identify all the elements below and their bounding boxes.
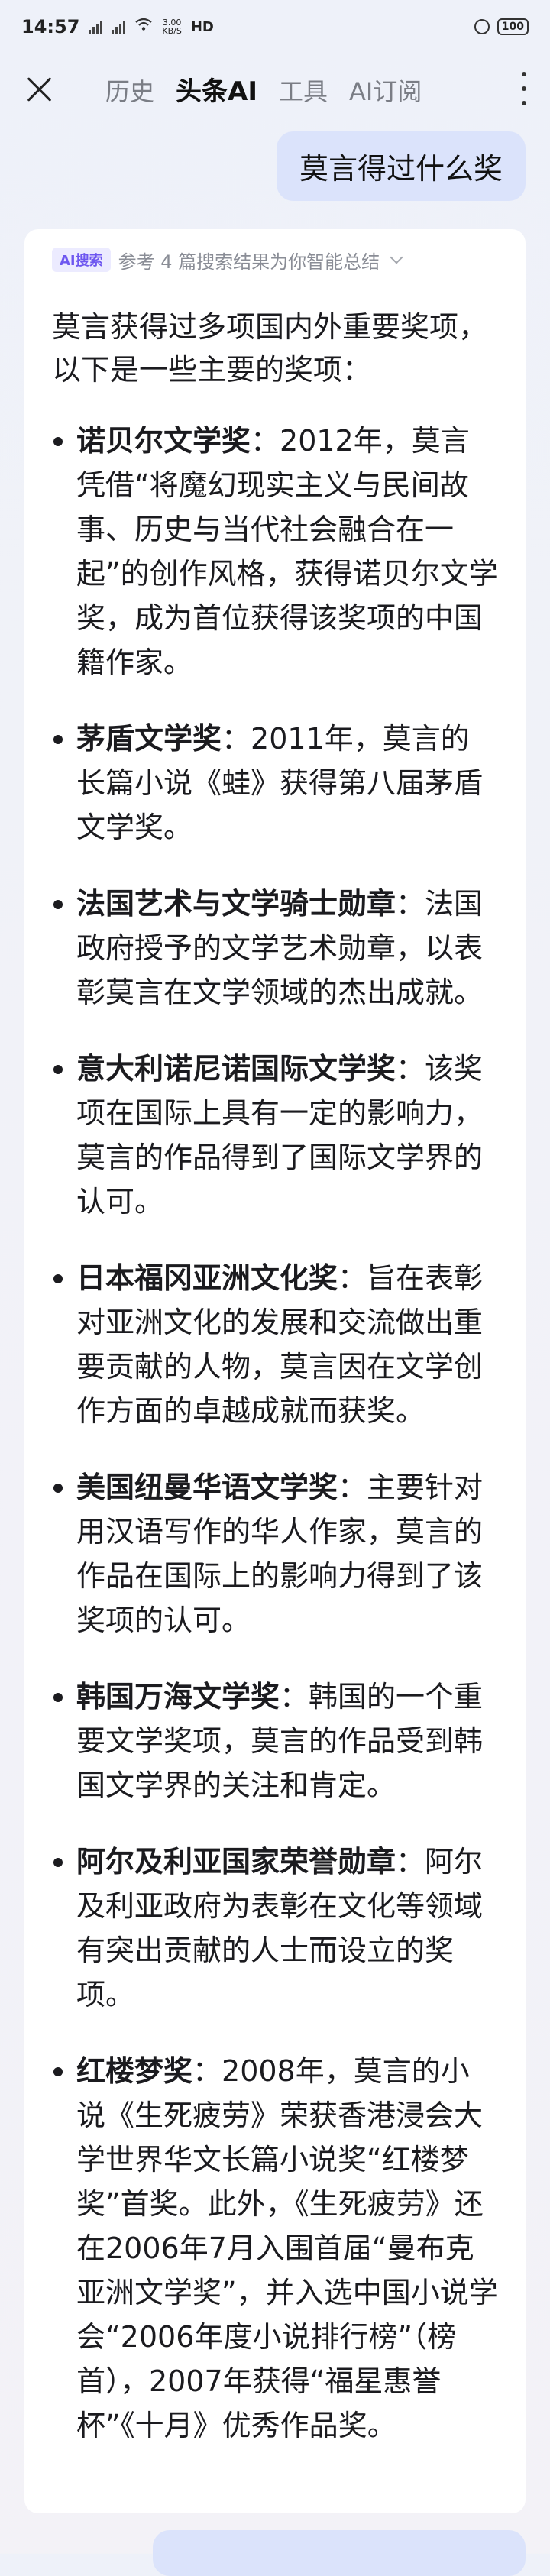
award-item: 日本福冈亚洲文化奖：旨在表彰对亚洲文化的发展和交流做出重要贡献的人物，莫言因在文… [52, 1256, 498, 1433]
award-desc: ：2008年，莫言的小说《生死疲劳》荣获香港浸会大学世界华文长篇小说奖“红楼梦奖… [76, 2054, 498, 2442]
more-options-icon[interactable] [515, 72, 533, 105]
award-title: 诺贝尔文学奖 [76, 424, 251, 458]
award-item: 韩国万海文学奖：韩国的一个重要文学奖项，莫言的作品受到韩国文学界的关注和肯定。 [52, 1675, 498, 1807]
status-left: 14:57 3.00 KB/S HD [21, 16, 214, 37]
hd-indicator: HD [190, 18, 214, 35]
award-title: 红楼梦奖 [76, 2054, 193, 2088]
award-item: 诺贝尔文学奖：2012年，莫言凭借“将魔幻现实主义与民间故事、历史与当代社会融合… [52, 419, 498, 684]
user-question-bubble[interactable]: 莫言得过什么奖 [276, 131, 526, 201]
tab-toutiao-ai[interactable]: 头条AI [176, 70, 257, 108]
source-summary-text: 参考 4 篇搜索结果为你智能总结 [118, 251, 380, 273]
answer-intro: 莫言获得过多项国内外重要奖项，以下是一些主要的奖项： [52, 310, 488, 387]
award-title: 法国艺术与文学骑士勋章 [76, 887, 396, 921]
ai-answer-card: AI搜索 参考 4 篇搜索结果为你智能总结 莫言获得过多项国内外重要奖项，以下是… [24, 229, 526, 2513]
award-title: 阿尔及利亚国家荣誉勋章 [76, 1845, 396, 1879]
status-right: 100 [474, 18, 529, 35]
status-time: 14:57 [21, 16, 80, 37]
award-desc: ：2012年，莫言凭借“将魔幻现实主义与民间故事、历史与当代社会融合在一起”的创… [76, 424, 498, 679]
chevron-down-icon [390, 251, 403, 264]
award-title: 茅盾文学奖 [76, 722, 222, 756]
award-item: 阿尔及利亚国家荣誉勋章：阿尔及利亚政府为表彰在文化等领域有突出贡献的人士而设立的… [52, 1840, 498, 2017]
net-speed-unit: KB/S [162, 26, 182, 36]
close-icon[interactable] [24, 73, 55, 104]
award-item: 法国艺术与文学骑士勋章：法国政府授予的文学艺术勋章，以表彰莫言在文学领域的杰出成… [52, 882, 498, 1015]
network-speed: 3.00 KB/S [162, 18, 181, 35]
tab-tools[interactable]: 工具 [279, 73, 328, 108]
award-item: 茅盾文学奖：2011年，莫言的长篇小说《蛙》获得第八届茅盾文学奖。 [52, 717, 498, 849]
award-item: 美国纽曼华语文学奖：主要针对用汉语写作的华人作家，莫言的作品在国际上的影响力得到… [52, 1465, 498, 1642]
award-title: 美国纽曼华语文学奖 [76, 1471, 338, 1504]
award-title: 日本福冈亚洲文化奖 [76, 1261, 338, 1295]
award-item: 意大利诺尼诺国际文学奖：该奖项在国际上具有一定的影响力，莫言的作品得到了国际文学… [52, 1047, 498, 1224]
award-item: 红楼梦奖：2008年，莫言的小说《生死疲劳》荣获香港浸会大学世界华文长篇小说奖“… [52, 2049, 498, 2448]
next-message-bubble[interactable] [153, 2530, 526, 2576]
battery-indicator: 100 [497, 18, 529, 35]
award-title: 意大利诺尼诺国际文学奖 [76, 1052, 396, 1086]
tab-ai-subscription[interactable]: AI订阅 [349, 73, 422, 108]
alarm-icon [474, 19, 490, 34]
nav-tabs: 历史 头条AI 工具 AI订阅 [105, 70, 422, 108]
wifi-icon [134, 17, 153, 37]
award-title: 韩国万海文学奖 [76, 1680, 280, 1714]
status-bar: 14:57 3.00 KB/S HD 100 [0, 0, 550, 53]
awards-list: 诺贝尔文学奖：2012年，莫言凭借“将魔幻现实主义与民间故事、历史与当代社会融合… [52, 419, 498, 2448]
source-summary-row[interactable]: AI搜索 参考 4 篇搜索结果为你智能总结 [52, 244, 498, 275]
signal-icon-2 [112, 19, 126, 34]
signal-icon [89, 19, 103, 34]
tab-history[interactable]: 历史 [105, 73, 154, 108]
top-nav: 历史 头条AI 工具 AI订阅 [0, 60, 550, 115]
ai-search-badge: AI搜索 [52, 248, 111, 272]
